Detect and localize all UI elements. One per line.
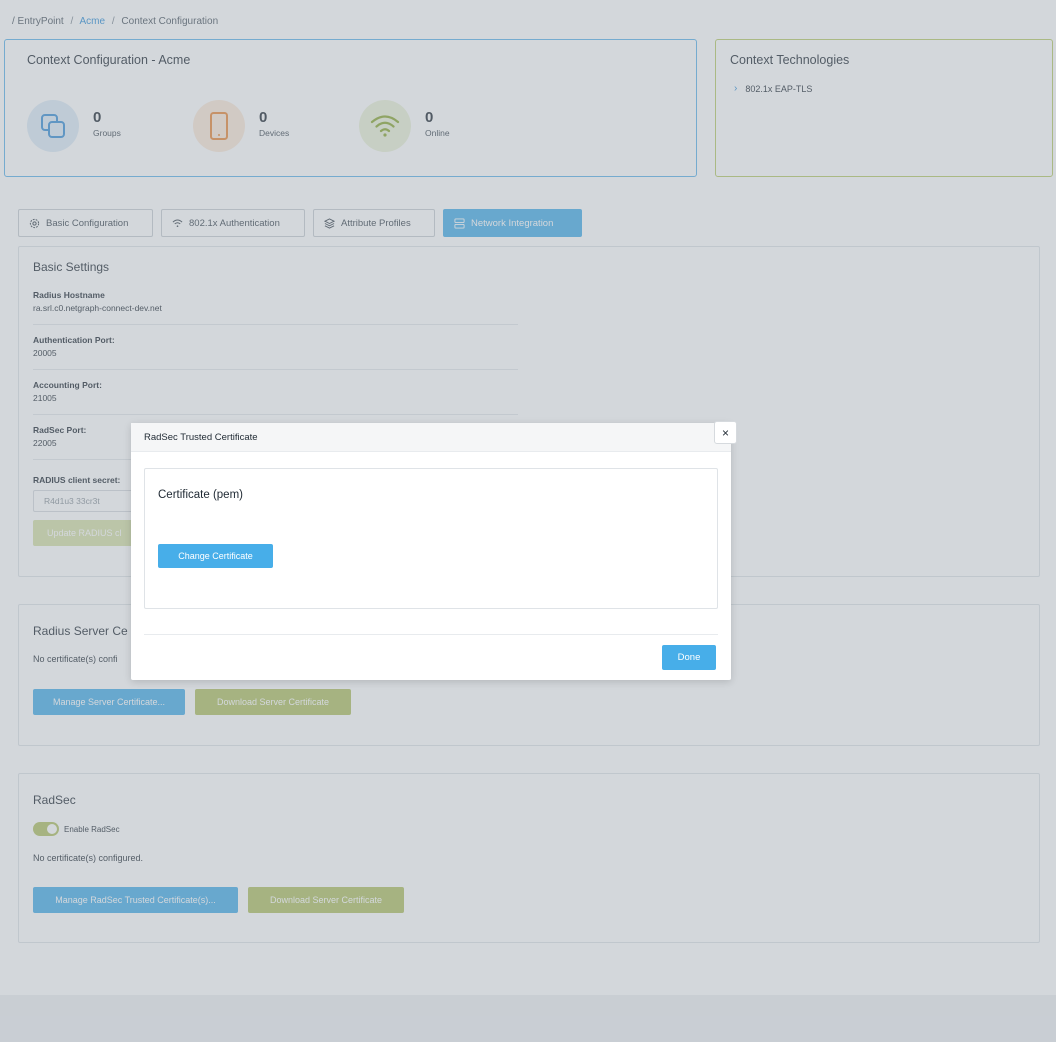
modal-divider — [144, 634, 718, 635]
certificate-title: Certificate (pem) — [158, 489, 243, 501]
done-button[interactable]: Done — [662, 645, 716, 670]
modal-header: RadSec Trusted Certificate — [131, 423, 731, 452]
radsec-certificate-modal: RadSec Trusted Certificate × Certificate… — [131, 421, 737, 680]
close-icon[interactable]: × — [714, 421, 737, 444]
certificate-box: Certificate (pem) Change Certificate — [144, 468, 718, 609]
change-certificate-button[interactable]: Change Certificate — [158, 544, 273, 568]
modal-title: RadSec Trusted Certificate — [144, 432, 258, 443]
